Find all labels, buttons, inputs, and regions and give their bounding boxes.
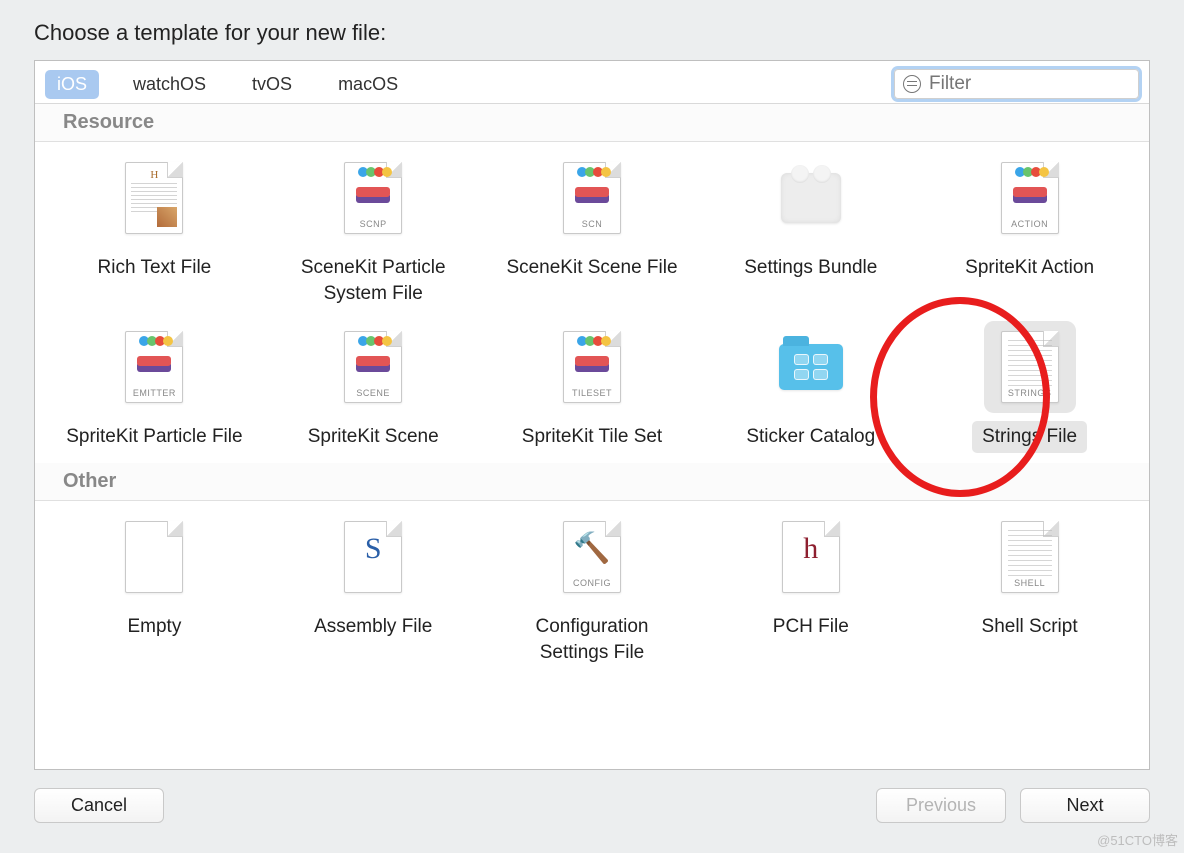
template-icon: h	[771, 517, 851, 597]
filter-field[interactable]	[894, 69, 1139, 99]
template-label: Sticker Catalog	[736, 421, 885, 453]
template-icon: H	[114, 158, 194, 238]
template-icon: S	[333, 517, 413, 597]
template-icon: SCNP	[333, 158, 413, 238]
template-item[interactable]: SCN SceneKit Scene File	[483, 158, 702, 309]
file-icon: H	[125, 162, 183, 234]
filter-input[interactable]	[929, 73, 1130, 95]
template-icon	[771, 327, 851, 407]
template-item[interactable]: SHELL Shell Script	[920, 517, 1139, 668]
template-item[interactable]: ACTION SpriteKit Action	[920, 158, 1139, 309]
template-item[interactable]: EMITTER SpriteKit Particle File	[45, 327, 264, 453]
template-label: SpriteKit Scene	[298, 421, 449, 453]
template-label: Settings Bundle	[734, 252, 887, 284]
template-label: Empty	[117, 611, 191, 643]
file-icon: 🔨CONFIG	[563, 521, 621, 593]
template-icon: TILESET	[552, 327, 632, 407]
platform-tab-tvos[interactable]: tvOS	[240, 70, 304, 99]
template-item[interactable]: H Rich Text File	[45, 158, 264, 309]
file-icon: ACTION	[1001, 162, 1059, 234]
previous-button[interactable]: Previous	[876, 788, 1006, 823]
file-icon: TILESET	[563, 331, 621, 403]
template-item[interactable]: Sticker Catalog	[701, 327, 920, 453]
template-item[interactable]: SCNP SceneKit Particle System File	[264, 158, 483, 309]
watermark: @51CTO博客	[1097, 830, 1178, 849]
template-label: SceneKit Scene File	[496, 252, 687, 284]
section-header: Other	[35, 463, 1149, 501]
template-icon: ACTION	[990, 158, 1070, 238]
template-label: Shell Script	[972, 611, 1088, 643]
platform-tabbar: iOS watchOS tvOS macOS	[35, 61, 1149, 104]
template-icon: 🔨CONFIG	[552, 517, 632, 597]
template-item[interactable]: h PCH File	[701, 517, 920, 668]
template-label: SpriteKit Particle File	[56, 421, 252, 453]
file-icon: SHELL	[1001, 521, 1059, 593]
template-grid: H Rich Text File SCNP SceneKit Particle …	[35, 142, 1149, 463]
section-header: Resource	[35, 104, 1149, 142]
template-label: Strings File	[972, 421, 1087, 453]
template-icon: SCENE	[333, 327, 413, 407]
file-icon: SCENE	[344, 331, 402, 403]
file-icon	[125, 521, 183, 593]
template-label: SceneKit Particle System File	[273, 252, 473, 309]
template-icon	[114, 517, 194, 597]
template-label: Configuration Settings File	[492, 611, 692, 668]
template-icon	[771, 158, 851, 238]
template-icon: STRINGS	[990, 327, 1070, 407]
footer: Cancel Previous Next	[34, 770, 1150, 823]
cancel-button[interactable]: Cancel	[34, 788, 164, 823]
template-panel: iOS watchOS tvOS macOS Resource H Rich Text…	[34, 60, 1150, 770]
template-item[interactable]: Empty	[45, 517, 264, 668]
file-icon: h	[782, 521, 840, 593]
template-chooser-sheet: Choose a template for your new file: iOS…	[34, 20, 1150, 823]
file-icon: S	[344, 521, 402, 593]
file-icon: EMITTER	[125, 331, 183, 403]
template-label: SpriteKit Tile Set	[512, 421, 672, 453]
template-grid: Empty S Assembly File 🔨CONFIG Configurat…	[35, 501, 1149, 678]
next-button[interactable]: Next	[1020, 788, 1150, 823]
file-icon: STRINGS	[1001, 331, 1059, 403]
template-icon: SHELL	[990, 517, 1070, 597]
platform-tab-macos[interactable]: macOS	[326, 70, 410, 99]
template-item[interactable]: Settings Bundle	[701, 158, 920, 309]
bundle-icon	[781, 173, 841, 223]
template-label: SpriteKit Action	[955, 252, 1104, 284]
filter-icon	[903, 75, 921, 93]
template-label: PCH File	[763, 611, 859, 643]
template-label: Assembly File	[304, 611, 442, 643]
template-icon: SCN	[552, 158, 632, 238]
template-icon: EMITTER	[114, 327, 194, 407]
sections: Resource H Rich Text File SCNP SceneKit …	[35, 104, 1149, 678]
template-item[interactable]: S Assembly File	[264, 517, 483, 668]
template-item[interactable]: SCENE SpriteKit Scene	[264, 327, 483, 453]
template-label: Rich Text File	[88, 252, 222, 284]
file-icon: SCNP	[344, 162, 402, 234]
folder-icon	[779, 344, 843, 390]
sheet-title: Choose a template for your new file:	[34, 20, 1150, 46]
template-item[interactable]: STRINGS Strings File	[920, 327, 1139, 453]
file-icon: SCN	[563, 162, 621, 234]
template-item[interactable]: 🔨CONFIG Configuration Settings File	[483, 517, 702, 668]
template-item[interactable]: TILESET SpriteKit Tile Set	[483, 327, 702, 453]
platform-tab-watchos[interactable]: watchOS	[121, 70, 218, 99]
platform-tab-ios[interactable]: iOS	[45, 70, 99, 99]
